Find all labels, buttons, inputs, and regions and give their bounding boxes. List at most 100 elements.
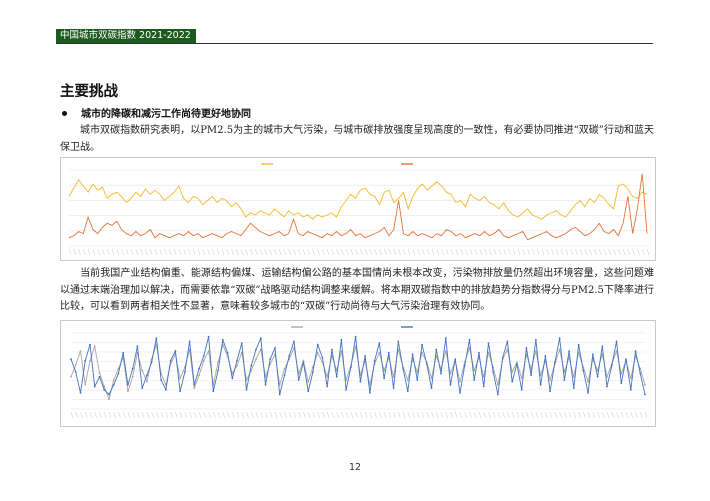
- x-tick-mark: [379, 248, 382, 256]
- x-tick-mark: [625, 411, 629, 419]
- x-tick-mark: [89, 411, 93, 419]
- data-point: [369, 392, 371, 394]
- data-point: [506, 340, 509, 343]
- data-point: [312, 371, 314, 373]
- x-tick-mark: [355, 411, 358, 419]
- x-tick-mark: [341, 248, 344, 256]
- x-tick-mark: [632, 248, 635, 256]
- data-point: [601, 345, 604, 348]
- x-tick-mark: [84, 411, 88, 419]
- x-tick-mark: [130, 248, 134, 256]
- x-tick-mark: [364, 411, 368, 419]
- x-tick-mark: [331, 248, 334, 256]
- x-tick-mark: [530, 411, 534, 419]
- x-tick-mark: [137, 411, 140, 419]
- data-point: [236, 364, 238, 367]
- data-point: [549, 390, 551, 393]
- data-point: [568, 350, 570, 352]
- x-tick-mark: [388, 411, 392, 419]
- x-tick-mark: [216, 248, 220, 256]
- x-tick-mark: [307, 411, 311, 419]
- data-point: [577, 343, 580, 346]
- data-point: [340, 338, 343, 341]
- x-tick-mark: [374, 248, 377, 256]
- data-point: [530, 374, 532, 377]
- x-tick-mark: [412, 248, 416, 256]
- data-point: [558, 348, 561, 351]
- x-tick-mark: [621, 411, 624, 419]
- x-tick-mark: [483, 411, 486, 419]
- data-point: [596, 375, 599, 378]
- x-tick-mark: [618, 248, 621, 256]
- data-point: [406, 379, 409, 381]
- x-tick-mark: [197, 248, 201, 256]
- x-tick-mark: [235, 248, 239, 256]
- series-line-2: [68, 173, 648, 241]
- x-tick-mark: [644, 411, 648, 419]
- data-point: [625, 358, 627, 360]
- x-tick-mark: [431, 411, 434, 419]
- data-point: [236, 359, 238, 362]
- x-tick-mark: [159, 248, 162, 256]
- x-tick-mark: [560, 248, 564, 256]
- x-tick-mark: [146, 411, 150, 419]
- x-tick-mark: [551, 248, 554, 256]
- x-tick-mark: [427, 248, 430, 256]
- page-number: 12: [348, 462, 362, 473]
- x-tick-mark: [440, 411, 444, 419]
- x-tick-mark: [226, 248, 229, 256]
- x-tick-mark: [450, 411, 453, 419]
- x-tick-mark: [635, 411, 638, 419]
- x-tick-mark: [532, 248, 535, 256]
- x-tick-mark: [312, 248, 315, 256]
- data-point: [421, 343, 423, 346]
- data-point: [255, 358, 257, 360]
- data-point: [165, 388, 167, 391]
- data-point: [516, 361, 518, 364]
- data-point: [217, 369, 220, 372]
- x-tick-mark: [270, 411, 273, 419]
- data-point: [558, 337, 561, 340]
- x-tick-mark: [369, 411, 373, 419]
- data-point: [563, 379, 566, 381]
- x-tick-mark: [78, 248, 81, 256]
- data-point: [269, 358, 272, 360]
- data-point: [459, 392, 461, 394]
- data-point: [582, 369, 585, 372]
- data-point: [193, 387, 196, 389]
- data-point: [108, 398, 110, 401]
- data-point: [127, 384, 129, 386]
- x-tick-mark: [421, 411, 425, 419]
- chart-2-svg: [70, 326, 648, 419]
- data-point: [98, 375, 101, 378]
- data-point: [184, 371, 186, 373]
- x-tick-mark: [121, 248, 124, 256]
- x-tick-mark: [640, 411, 643, 419]
- data-point: [544, 355, 547, 357]
- x-tick-mark: [250, 248, 253, 256]
- data-point: [74, 371, 77, 373]
- x-tick-mark: [317, 411, 320, 419]
- x-tick-mark: [122, 411, 126, 419]
- data-point: [136, 345, 139, 348]
- data-point: [501, 356, 504, 359]
- data-point: [141, 369, 144, 372]
- x-tick-mark: [511, 411, 515, 419]
- x-tick-mark: [446, 248, 449, 256]
- x-tick-mark: [436, 248, 440, 256]
- data-point: [255, 348, 257, 351]
- x-tick-mark: [598, 248, 602, 256]
- data-point: [146, 374, 148, 377]
- data-point: [587, 380, 589, 383]
- x-tick-mark: [393, 411, 396, 419]
- x-tick-mark: [556, 248, 559, 256]
- x-tick-mark: [212, 248, 215, 256]
- data-point: [402, 367, 404, 370]
- x-tick-mark: [169, 248, 172, 256]
- header-title: 中国城市双碳指数 2021-2022: [56, 29, 196, 43]
- x-tick-mark: [283, 248, 287, 256]
- x-tick-mark: [97, 248, 100, 256]
- x-tick-mark: [188, 248, 191, 256]
- x-tick-mark: [149, 248, 153, 256]
- data-point: [226, 351, 229, 354]
